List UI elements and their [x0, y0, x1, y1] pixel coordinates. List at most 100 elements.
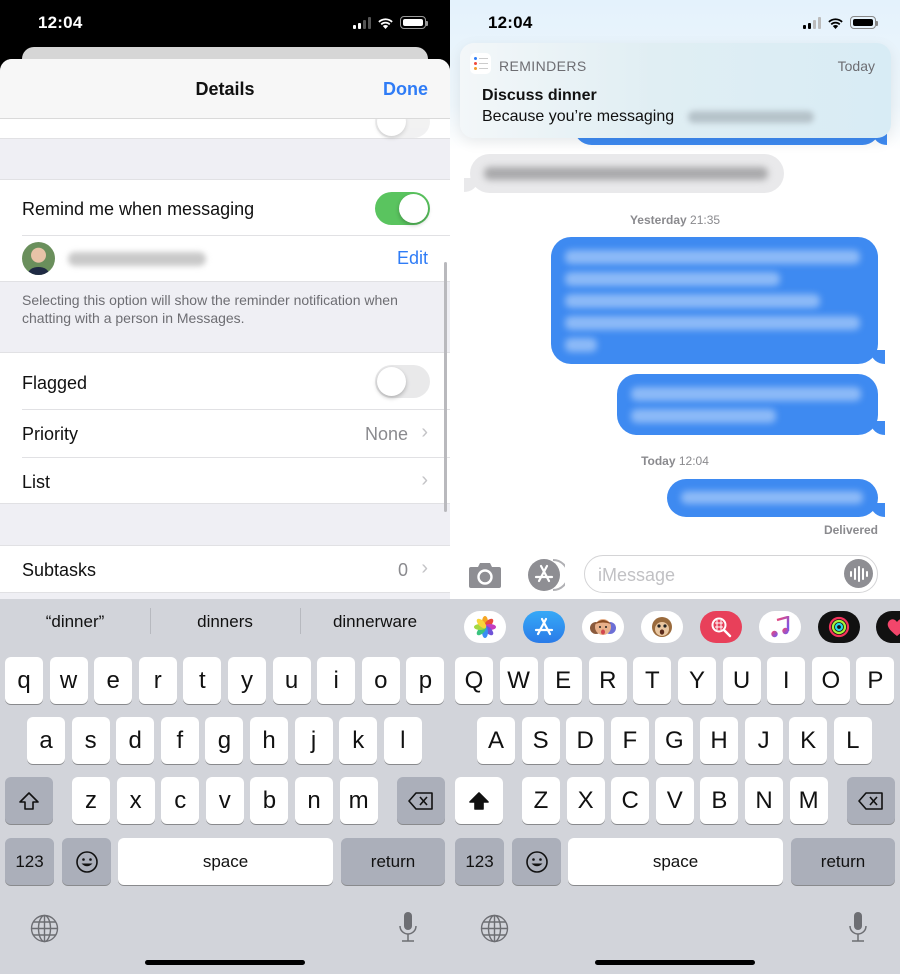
key-y[interactable]: Y	[678, 657, 716, 704]
key-e[interactable]: E	[544, 657, 583, 704]
globe-icon[interactable]	[30, 914, 59, 943]
memoji-app-icon[interactable]	[582, 611, 624, 643]
key-c[interactable]: C	[611, 777, 650, 824]
space-key[interactable]: space	[568, 838, 783, 885]
app-store-icon[interactable]	[525, 557, 565, 593]
key-k[interactable]: K	[789, 717, 828, 764]
key-v[interactable]: V	[655, 777, 694, 824]
key-i[interactable]: I	[767, 657, 806, 704]
space-key[interactable]: space	[118, 838, 333, 885]
key-u[interactable]: u	[272, 657, 311, 704]
key-b[interactable]: B	[700, 777, 739, 824]
emoji-key[interactable]	[62, 838, 111, 885]
key-s[interactable]: S	[521, 717, 560, 764]
key-f[interactable]: F	[610, 717, 649, 764]
images-search-app-icon[interactable]	[700, 611, 742, 643]
backspace-key[interactable]	[847, 777, 895, 824]
key-n[interactable]: n	[295, 777, 333, 824]
key-o[interactable]: O	[811, 657, 850, 704]
key-q[interactable]: Q	[455, 657, 493, 704]
numbers-key[interactable]: 123	[5, 838, 54, 885]
edit-contact-button[interactable]: Edit	[397, 248, 428, 269]
key-z[interactable]: Z	[522, 777, 560, 824]
reminder-notification[interactable]: REMINDERS Today Discuss dinner Because y…	[460, 43, 891, 138]
key-g[interactable]: G	[655, 717, 694, 764]
message-bubble-outgoing[interactable]	[551, 237, 878, 364]
key-r[interactable]: r	[138, 657, 177, 704]
key-h[interactable]: h	[250, 717, 288, 764]
message-bubble-incoming[interactable]	[470, 154, 784, 193]
animoji-app-icon[interactable]	[641, 611, 683, 643]
shift-key[interactable]	[455, 777, 503, 824]
key-w[interactable]: W	[499, 657, 538, 704]
key-y[interactable]: y	[228, 657, 266, 704]
return-key[interactable]: return	[341, 838, 445, 885]
key-m[interactable]: m	[339, 777, 378, 824]
audio-message-button[interactable]	[844, 559, 873, 588]
key-s[interactable]: s	[71, 717, 110, 764]
key-d[interactable]: D	[566, 717, 605, 764]
key-o[interactable]: o	[361, 657, 400, 704]
key-j[interactable]: j	[294, 717, 333, 764]
key-p[interactable]: p	[406, 657, 445, 704]
digital-touch-app-icon[interactable]	[876, 611, 900, 643]
key-t[interactable]: T	[633, 657, 672, 704]
return-key[interactable]: return	[791, 838, 895, 885]
numbers-key[interactable]: 123	[455, 838, 504, 885]
key-q[interactable]: q	[5, 657, 43, 704]
home-indicator[interactable]	[145, 960, 305, 965]
key-r[interactable]: R	[588, 657, 627, 704]
shift-key[interactable]	[5, 777, 53, 824]
suggestion-1[interactable]: “dinner”	[0, 612, 150, 632]
camera-icon[interactable]	[468, 562, 502, 588]
done-button[interactable]: Done	[383, 79, 428, 100]
key-c[interactable]: c	[161, 777, 200, 824]
key-j[interactable]: J	[744, 717, 783, 764]
microphone-icon[interactable]	[398, 911, 418, 945]
imessage-input[interactable]: iMessage	[584, 555, 878, 593]
key-g[interactable]: g	[205, 717, 244, 764]
key-n[interactable]: N	[745, 777, 783, 824]
key-d[interactable]: d	[116, 717, 155, 764]
remind-when-messaging-toggle[interactable]	[375, 192, 430, 225]
key-k[interactable]: k	[339, 717, 378, 764]
music-app-icon[interactable]	[759, 611, 801, 643]
key-a[interactable]: a	[27, 717, 65, 764]
key-w[interactable]: w	[49, 657, 88, 704]
key-a[interactable]: A	[477, 717, 515, 764]
contact-row[interactable]: Edit	[0, 236, 450, 282]
key-x[interactable]: X	[566, 777, 605, 824]
key-i[interactable]: i	[317, 657, 356, 704]
priority-row[interactable]: Priority None ›	[0, 410, 450, 458]
key-t[interactable]: t	[183, 657, 222, 704]
key-b[interactable]: b	[250, 777, 289, 824]
key-l[interactable]: L	[833, 717, 872, 764]
key-f[interactable]: f	[160, 717, 199, 764]
key-e[interactable]: e	[94, 657, 133, 704]
suggestion-3[interactable]: dinnerware	[300, 608, 450, 634]
home-indicator[interactable]	[595, 960, 755, 965]
message-bubble-outgoing[interactable]	[617, 374, 878, 435]
key-z[interactable]: z	[72, 777, 110, 824]
message-bubble-outgoing[interactable]	[667, 479, 878, 517]
microphone-icon[interactable]	[848, 911, 868, 945]
subtasks-row[interactable]: Subtasks 0 ›	[0, 545, 450, 593]
backspace-key[interactable]	[397, 777, 445, 824]
photos-app-icon[interactable]	[464, 611, 506, 643]
list-row[interactable]: List ›	[0, 458, 450, 505]
app-store-app-icon[interactable]	[523, 611, 565, 643]
globe-icon[interactable]	[480, 914, 509, 943]
key-p[interactable]: P	[856, 657, 895, 704]
key-h[interactable]: H	[700, 717, 738, 764]
key-m[interactable]: M	[789, 777, 828, 824]
key-v[interactable]: v	[205, 777, 244, 824]
key-x[interactable]: x	[116, 777, 155, 824]
flagged-toggle[interactable]	[375, 365, 430, 398]
key-l[interactable]: l	[383, 717, 422, 764]
key-u[interactable]: U	[722, 657, 761, 704]
chevron-right-icon: ›	[421, 557, 428, 579]
emoji-key[interactable]	[512, 838, 561, 885]
suggestion-2[interactable]: dinners	[150, 608, 300, 634]
scrollbar[interactable]	[444, 262, 447, 512]
activity-app-icon[interactable]	[818, 611, 860, 643]
